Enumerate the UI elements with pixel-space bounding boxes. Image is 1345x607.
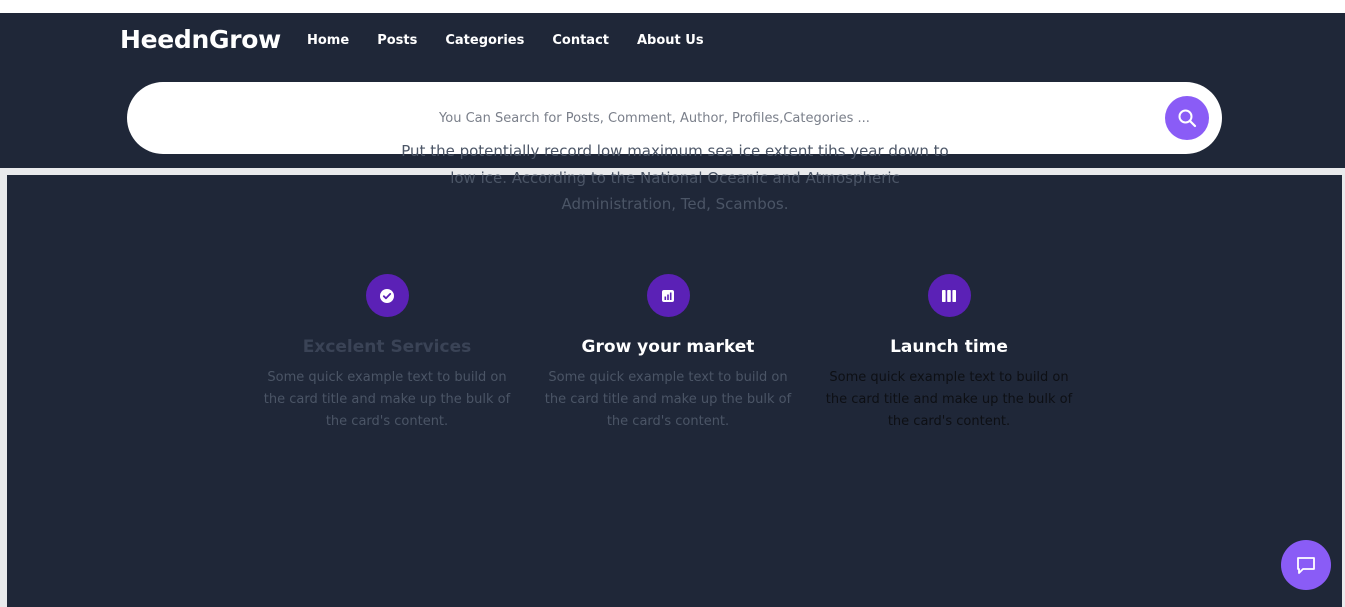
main-nav: Home Posts Categories Contact About Us [307,33,704,48]
nav-about-us[interactable]: About Us [637,33,704,48]
nav-categories[interactable]: Categories [445,33,524,48]
search-button[interactable] [1165,96,1209,140]
feature-title: Grow your market [581,337,755,357]
check-circle-icon [365,274,409,317]
feature-description: Some quick example text to build on the … [544,370,792,429]
nav-contact[interactable]: Contact [552,33,609,48]
chat-icon [1297,557,1315,574]
search-input[interactable] [167,106,1142,130]
feature-description: Some quick example text to build on the … [263,370,511,429]
feature-card-excellent-services: Excelent Services Some quick example tex… [262,274,512,433]
nav-home[interactable]: Home [307,33,349,48]
feature-card-launch-time: Launch time Some quick example text to b… [824,274,1074,433]
nav-posts[interactable]: Posts [377,33,417,48]
chart-icon [646,274,690,317]
feature-title: Launch time [890,337,1008,357]
feature-card-grow-market: Grow your market Some quick example text… [543,274,793,433]
chat-button[interactable] [1281,540,1331,590]
feature-description: Some quick example text to build on the … [825,370,1073,429]
brand-logo[interactable]: HeednGrow [120,25,281,54]
search-icon [1178,109,1197,128]
intro-text: Put the potentially record low maximum s… [401,142,949,213]
columns-icon [927,274,971,317]
feature-title: Excelent Services [302,337,472,357]
